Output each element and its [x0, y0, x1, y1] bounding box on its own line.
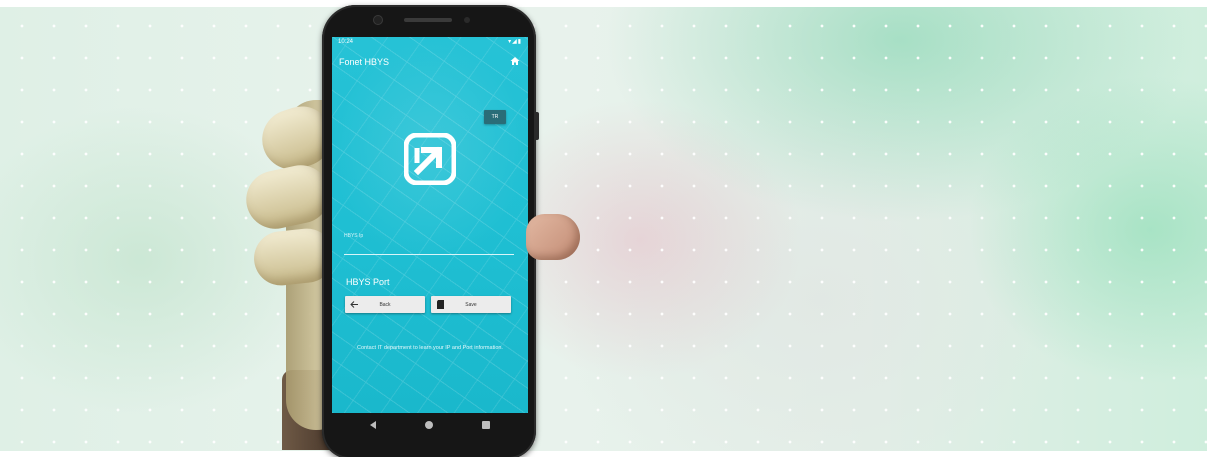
screen-pattern — [332, 37, 528, 413]
android-nav-bar — [332, 413, 528, 437]
phone-screen: 10:24 ▾◢▮ Fonet HBYS TR HBYS Ip HBYS Por… — [332, 37, 528, 413]
frame-top — [0, 0, 1207, 7]
app-bar: Fonet HBYS — [332, 47, 528, 73]
app-title: Fonet HBYS — [339, 57, 390, 67]
save-button[interactable]: Save — [431, 296, 511, 313]
background-photo: 10:24 ▾◢▮ Fonet HBYS TR HBYS Ip HBYS Por… — [0, 0, 1207, 457]
home-icon[interactable] — [510, 56, 520, 66]
frame-bottom — [0, 451, 1207, 457]
ip-input[interactable] — [344, 254, 514, 255]
app-logo-icon — [404, 133, 456, 185]
dot-pattern — [0, 0, 1207, 457]
ip-field-label: HBYS Ip — [344, 233, 364, 239]
back-button-label: Back — [379, 302, 391, 308]
nav-recent-icon[interactable] — [482, 421, 490, 429]
status-icons: ▾◢▮ — [508, 39, 522, 45]
phone-side-button — [535, 112, 539, 140]
save-button-label: Save — [465, 302, 477, 308]
status-time: 10:24 — [338, 39, 354, 45]
language-selector[interactable]: TR — [484, 110, 506, 124]
nav-back-icon[interactable] — [368, 420, 378, 430]
back-button[interactable]: Back — [345, 296, 425, 313]
phone: 10:24 ▾◢▮ Fonet HBYS TR HBYS Ip HBYS Por… — [322, 5, 536, 457]
status-bar: 10:24 ▾◢▮ — [332, 37, 528, 47]
earpiece-speaker — [404, 18, 452, 22]
front-camera — [374, 16, 382, 24]
nav-home-icon[interactable] — [425, 421, 433, 429]
thumb — [526, 214, 580, 260]
info-text: Contact IT department to learn your IP a… — [357, 345, 503, 351]
proximity-sensor — [464, 17, 470, 23]
port-field[interactable]: HBYS Port — [346, 277, 390, 287]
